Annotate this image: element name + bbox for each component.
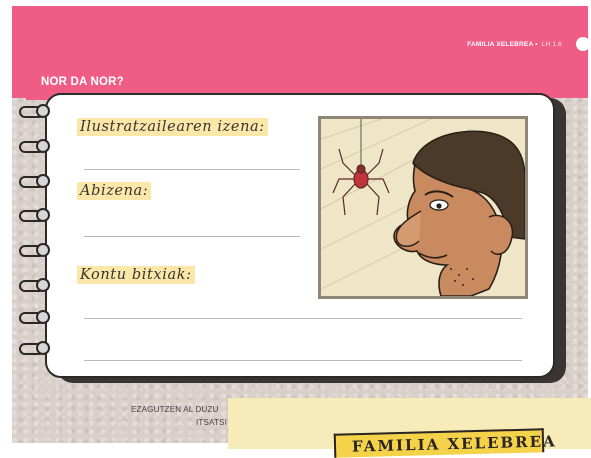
- surname-label: Abizena:: [77, 182, 152, 200]
- spiral-ring: [19, 208, 53, 222]
- spiral-ring: [19, 310, 53, 324]
- illustrator-name-line[interactable]: [84, 169, 300, 170]
- portrait-drawing: [321, 119, 525, 296]
- facts-line-2[interactable]: [84, 360, 522, 361]
- illustration-man-with-spider: [318, 116, 528, 299]
- curious-facts-label: Kontu bitxiak:: [77, 266, 195, 284]
- ear-shape: [488, 214, 514, 255]
- surname-line[interactable]: [84, 236, 300, 237]
- spiral-ring: [19, 341, 53, 355]
- series-title: FAMILIA XELEBREA: [467, 41, 534, 48]
- spiral-ring: [19, 104, 53, 118]
- header-dot: [576, 37, 588, 51]
- illustrator-name-label: Ilustratzailearen izena:: [77, 118, 268, 136]
- spiral-ring: [19, 243, 53, 257]
- page-reference: LH 1.6: [541, 41, 562, 48]
- caption-line-1: EZAGUTZEN AL DUZU: [131, 405, 219, 414]
- spiral-ring: [19, 139, 53, 153]
- spiral-ring: [19, 278, 53, 292]
- section-title: NOR DA NOR?: [41, 76, 124, 88]
- spiral-ring: [19, 174, 53, 188]
- header-separator: •: [535, 41, 538, 48]
- running-header: FAMILIA XELEBREA • LH 1.6: [467, 41, 562, 48]
- facts-line-1[interactable]: [84, 318, 522, 319]
- caption-line-2: ITSATSI: [196, 418, 228, 427]
